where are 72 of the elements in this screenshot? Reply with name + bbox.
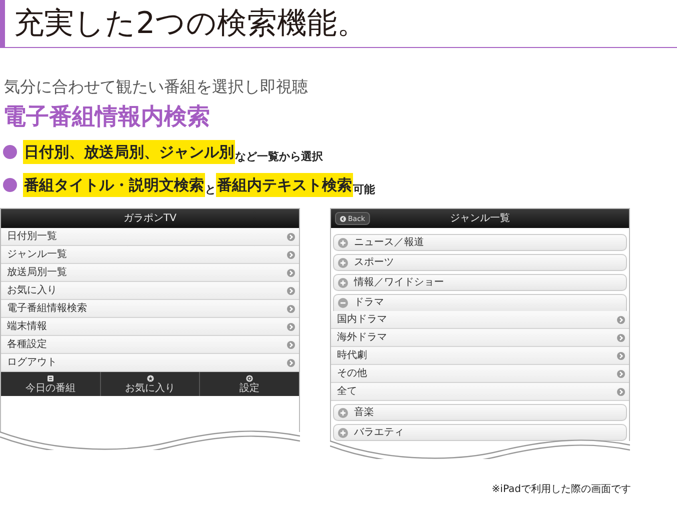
genre-item[interactable]: 時代劇: [331, 347, 629, 365]
footnote: ※iPadで利用した際の画面です: [492, 482, 631, 496]
back-arrow-icon: [340, 216, 346, 222]
chevron-icon: [287, 358, 295, 366]
item-label: 電子番組情報検索: [7, 302, 87, 314]
group-label: ニュース／報道: [354, 236, 424, 248]
item-label: ログアウト: [7, 356, 57, 368]
menu-item[interactable]: ジャンル一覧: [1, 246, 299, 264]
genre-group[interactable]: 情報／ワイドショー: [333, 274, 627, 291]
plus-icon: [338, 278, 348, 288]
tab-bar-item[interactable]: お気に入り: [100, 372, 200, 396]
plus-icon: [338, 428, 348, 438]
item-label: 日付別一覧: [7, 230, 57, 242]
item-label: 時代劇: [337, 350, 367, 362]
plus-icon: [338, 238, 348, 248]
genre-item[interactable]: 全て: [331, 383, 629, 401]
bullet-dot: [3, 144, 17, 158]
item-label: 放送局別一覧: [7, 266, 67, 278]
chevron-icon: [287, 232, 295, 240]
minus-icon: [338, 298, 348, 308]
menu-item[interactable]: お気に入り: [1, 282, 299, 300]
subtitle: 気分に合わせて観たい番組を選択し即視聴: [4, 77, 309, 97]
screen-title: ジャンル一覧: [450, 212, 510, 224]
chevron-icon: [617, 316, 625, 324]
chevron-icon: [287, 304, 295, 312]
menu-item[interactable]: 放送局別一覧: [1, 264, 299, 282]
group-label: ドラマ: [354, 297, 384, 309]
chevron-icon: [287, 322, 295, 330]
genre-group[interactable]: 音楽: [333, 404, 627, 421]
menu-item[interactable]: 端末情報: [1, 318, 299, 336]
plus-icon: [338, 408, 348, 418]
star-icon: [146, 374, 154, 382]
chevron-icon: [287, 286, 295, 294]
item-label: お気に入り: [7, 284, 57, 296]
genre-item[interactable]: その他: [331, 365, 629, 383]
genre-item[interactable]: 海外ドラマ: [331, 329, 629, 347]
chevron-icon: [617, 370, 625, 378]
genre-group[interactable]: バラエティ: [333, 424, 627, 441]
screen-title: ガラポンTV: [124, 212, 176, 224]
feature-title: 電子番組情報内検索: [3, 103, 211, 131]
item-label: 海外ドラマ: [337, 332, 387, 344]
bullet-dot: [3, 178, 17, 192]
group-label: バラエティ: [354, 426, 404, 438]
tab-bar-item[interactable]: 設定: [200, 372, 300, 396]
plus-icon: [338, 258, 348, 268]
chevron-icon: [617, 334, 625, 342]
gear-icon: [246, 374, 254, 382]
chevron-icon: [287, 340, 295, 348]
group-label: スポーツ: [354, 256, 394, 268]
item-label: 各種設定: [7, 338, 47, 350]
item-label: その他: [337, 368, 367, 380]
chevron-icon: [287, 268, 295, 276]
item-label: ジャンル一覧: [7, 248, 67, 260]
menu-item[interactable]: 日付別一覧: [1, 228, 299, 246]
item-label: 端末情報: [7, 320, 47, 332]
genre-group[interactable]: スポーツ: [333, 254, 627, 271]
list-icon: [46, 374, 54, 382]
chevron-icon: [287, 250, 295, 258]
group-label: 情報／ワイドショー: [354, 276, 444, 288]
menu-item[interactable]: ログアウト: [1, 354, 299, 372]
item-label: 国内ドラマ: [337, 314, 387, 326]
chevron-icon: [617, 352, 625, 360]
genre-group[interactable]: ニュース／報道: [333, 234, 627, 251]
page-heading: 充実した2つの検索機能。: [14, 8, 368, 38]
menu-item[interactable]: 電子番組情報検索: [1, 300, 299, 318]
genre-item[interactable]: 国内ドラマ: [331, 311, 629, 329]
item-label: 全て: [337, 386, 357, 398]
group-label: 音楽: [354, 406, 374, 418]
menu-item[interactable]: 各種設定: [1, 336, 299, 354]
chevron-icon: [617, 388, 625, 396]
tab-bar-item[interactable]: 今日の番組: [1, 372, 101, 396]
genre-group[interactable]: ドラマ: [333, 294, 627, 311]
